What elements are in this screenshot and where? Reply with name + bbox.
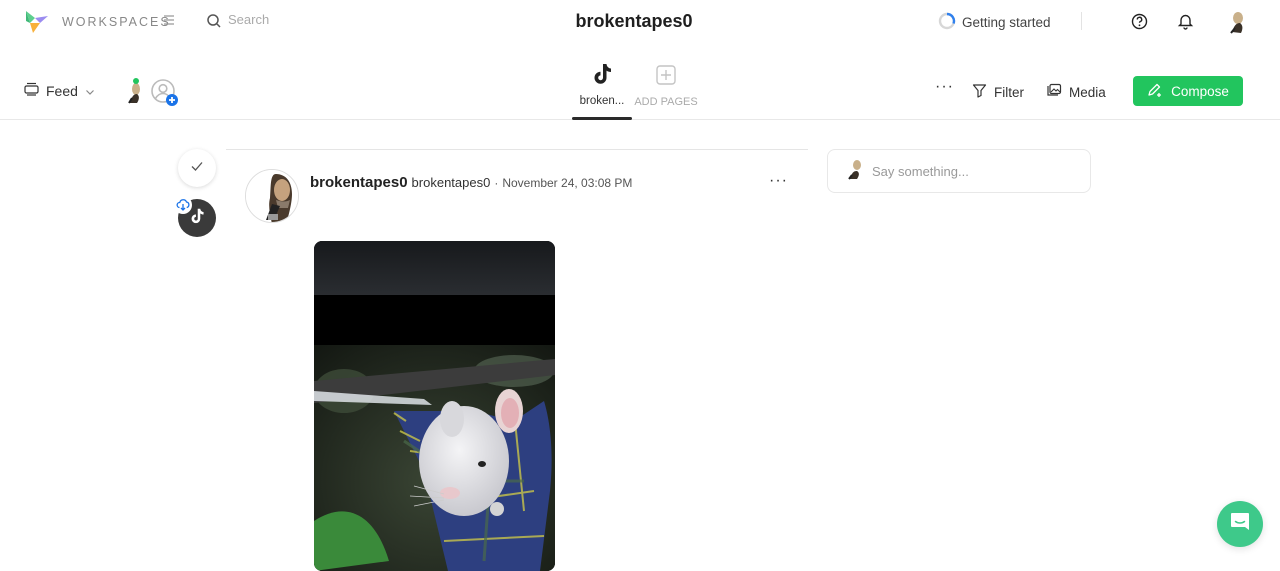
- chevron-down-icon: [85, 83, 95, 99]
- compose-button[interactable]: Compose: [1133, 76, 1243, 106]
- media-button[interactable]: Media: [1046, 83, 1106, 101]
- media-library-icon: [1046, 83, 1062, 101]
- add-user-button[interactable]: [150, 79, 180, 107]
- post-divider: [226, 149, 808, 150]
- post-video-thumbnail[interactable]: [314, 241, 555, 571]
- checkmark-icon: [190, 159, 204, 177]
- more-options-button[interactable]: ···: [935, 79, 954, 95]
- user-avatar[interactable]: [1226, 10, 1248, 34]
- filter-icon: [972, 83, 987, 101]
- comment-input[interactable]: [872, 163, 1072, 179]
- page-title: brokentapes0: [575, 11, 693, 31]
- post-author-name[interactable]: brokentapes0: [310, 174, 408, 191]
- tab-brokentapes[interactable]: broken...: [572, 62, 632, 120]
- pencil-plus-icon: [1147, 82, 1163, 101]
- feed-icon: [24, 82, 39, 99]
- feed-label: Feed: [46, 82, 78, 99]
- active-tab-indicator: [572, 117, 632, 120]
- plus-square-icon: [655, 65, 677, 90]
- getting-started-button[interactable]: Getting started: [938, 12, 1051, 33]
- divider: [1081, 12, 1082, 30]
- post-more-options-button[interactable]: ···: [769, 172, 788, 190]
- top-bar: WORKSPACES brokentapes0 Getting started: [0, 0, 1280, 44]
- feed-dropdown[interactable]: Feed: [24, 82, 95, 99]
- media-label: Media: [1069, 84, 1106, 100]
- tiktok-icon: [189, 207, 205, 230]
- select-all-button[interactable]: [178, 149, 216, 187]
- filter-label: Filter: [994, 84, 1024, 100]
- tab-add-pages[interactable]: ADD PAGES: [633, 64, 699, 108]
- help-icon[interactable]: [1131, 13, 1148, 35]
- chat-icon: [1229, 511, 1251, 538]
- filter-button[interactable]: Filter: [972, 83, 1024, 101]
- commenter-avatar: [846, 158, 864, 185]
- tab-label: broken...: [579, 95, 625, 107]
- toolbar: Feed broken... ADD PAGES ··· Filter Medi…: [0, 56, 1280, 120]
- progress-ring-icon: [938, 12, 956, 33]
- post-separator: ·: [494, 176, 499, 190]
- post-author-handle: brokentapes0: [411, 175, 491, 190]
- tab-label: ADD PAGES: [634, 96, 698, 108]
- support-chat-button[interactable]: [1217, 501, 1263, 547]
- compose-label: Compose: [1171, 83, 1229, 99]
- online-status-dot: [133, 78, 139, 84]
- bell-icon[interactable]: [1177, 12, 1194, 35]
- post-header: brokentapes0 brokentapes0 · November 24,…: [310, 174, 632, 191]
- comment-box[interactable]: [827, 149, 1091, 193]
- getting-started-label: Getting started: [962, 15, 1051, 30]
- post-author-avatar[interactable]: [245, 169, 299, 223]
- post-timestamp: November 24, 03:08 PM: [502, 176, 633, 190]
- tiktok-icon: [591, 64, 613, 90]
- cloud-sync-icon: [174, 196, 192, 214]
